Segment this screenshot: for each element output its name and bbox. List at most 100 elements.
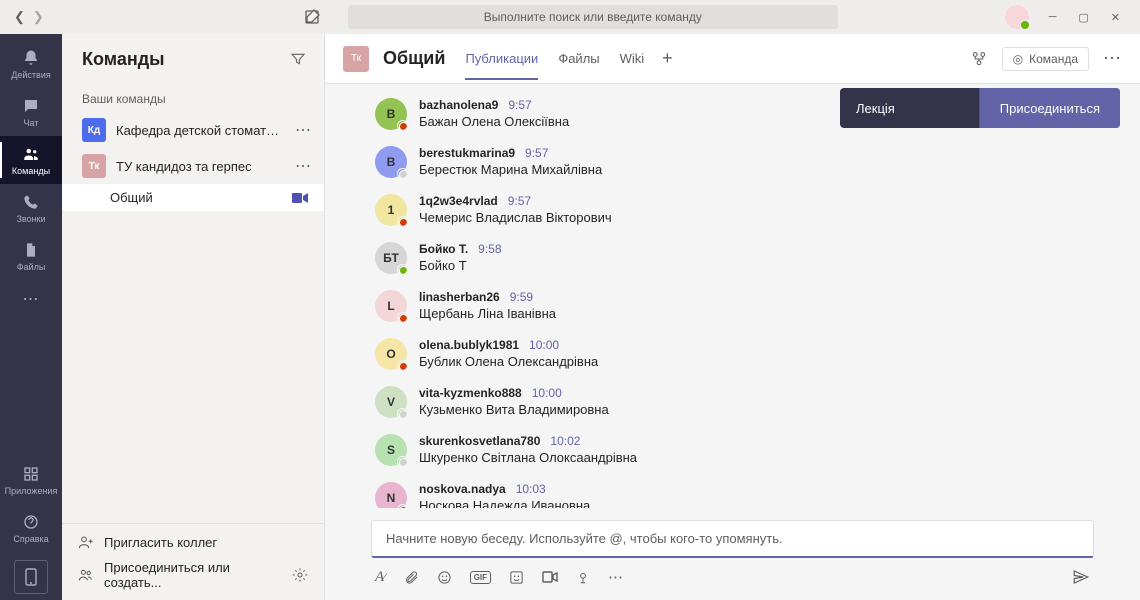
team-more-icon[interactable]: ⋯ xyxy=(295,156,312,176)
emoji-icon[interactable] xyxy=(437,570,452,585)
team-item[interactable]: Тк ТУ кандидоз та герпес ⋯ xyxy=(62,148,324,184)
chat-icon xyxy=(21,96,41,116)
message-time: 10:00 xyxy=(532,386,562,400)
close-icon[interactable]: ✕ xyxy=(1111,11,1120,24)
message-avatar: 1 xyxy=(375,194,407,226)
invite-colleagues[interactable]: Пригласить коллег xyxy=(78,534,308,550)
message-username: 1q2w3e4rvlad xyxy=(419,194,498,208)
rail-help[interactable]: Справка xyxy=(0,504,62,552)
message-time: 10:02 xyxy=(550,434,580,448)
new-message-icon[interactable] xyxy=(298,3,326,31)
rail-activity[interactable]: Действия xyxy=(0,40,62,88)
team-button-label: Команда xyxy=(1029,52,1078,66)
nav-forward-icon[interactable]: ❯ xyxy=(33,9,44,25)
attach-icon[interactable] xyxy=(404,570,419,585)
message-text: Бублик Олена Олександрівна xyxy=(419,354,1110,369)
rail-label: Чат xyxy=(24,118,39,128)
message-username: skurenkosvetlana780 xyxy=(419,434,540,448)
message-text: Шкуренко Світлана Олоксаандрівна xyxy=(419,450,1110,465)
message-item[interactable]: Bberestukmarina99:57Берестюк Марина Миха… xyxy=(375,142,1110,190)
team-name: Кафедра детской стоматологии xyxy=(116,123,285,138)
tab-posts[interactable]: Публикации xyxy=(465,37,538,80)
message-item[interactable]: БТБойко Т.9:58Бойко Т xyxy=(375,238,1110,286)
channel-item[interactable]: Общий xyxy=(62,184,324,211)
message-avatar: L xyxy=(375,290,407,322)
message-avatar: S xyxy=(375,434,407,466)
search-input[interactable]: Выполните поиск или введите команду xyxy=(348,5,838,29)
minimize-icon[interactable]: ─ xyxy=(1049,11,1057,24)
channel-header: Тк Общий Публикации Файлы Wiki + ◎ Коман… xyxy=(325,34,1140,84)
add-tab-icon[interactable]: + xyxy=(662,48,673,69)
message-text: Берестюк Марина Михайлівна xyxy=(419,162,1110,177)
rail-files[interactable]: Файлы xyxy=(0,232,62,280)
files-icon xyxy=(21,240,41,260)
channel-more-icon[interactable]: ⋯ xyxy=(1103,48,1122,69)
meeting-join-button[interactable]: Присоединиться xyxy=(979,88,1120,128)
app-rail: Действия Чат Команды Звонки Файлы ⋯ Прил… xyxy=(0,34,62,600)
message-item[interactable]: Sskurenkosvetlana780 10:02 Шкуренко Світла… xyxy=(375,430,1110,478)
rail-label: Звонки xyxy=(16,214,45,224)
rail-mobile-icon[interactable] xyxy=(14,560,48,594)
bell-icon xyxy=(21,48,41,68)
message-text: Носкова Надежда Ивановна xyxy=(419,498,1110,508)
rail-chat[interactable]: Чат xyxy=(0,88,62,136)
message-username: olena.bublyk1981 xyxy=(419,338,519,352)
help-icon xyxy=(21,512,41,532)
channel-name: Общий xyxy=(110,190,153,205)
maximize-icon[interactable]: ▢ xyxy=(1078,11,1088,24)
rail-calls[interactable]: Звонки xyxy=(0,184,62,232)
join-icon xyxy=(78,567,94,583)
channel-title: Общий xyxy=(383,48,445,69)
message-item[interactable]: 11q2w3e4rvlad9:57Чемерис Владислав Вікто… xyxy=(375,190,1110,238)
message-username: bazhanolena9 xyxy=(419,98,498,112)
eye-icon: ◎ xyxy=(1013,52,1023,66)
format-icon[interactable]: A⁄ xyxy=(375,569,386,586)
team-info-button[interactable]: ◎ Команда xyxy=(1002,47,1089,71)
message-time: 10:00 xyxy=(529,338,559,352)
message-avatar: БТ xyxy=(375,242,407,274)
message-item[interactable]: Vvita-kyzmenko88810:00Кузьменко Вита Вла… xyxy=(375,382,1110,430)
compose-input[interactable]: Начните новую беседу. Используйте @, что… xyxy=(371,520,1094,558)
gif-icon[interactable]: GIF xyxy=(470,571,491,584)
user-avatar[interactable] xyxy=(1005,5,1029,29)
org-icon[interactable] xyxy=(970,50,988,68)
rail-more-icon[interactable]: ⋯ xyxy=(23,284,40,314)
stream-icon[interactable] xyxy=(576,570,590,585)
rail-label: Справка xyxy=(13,534,48,544)
meet-now-icon[interactable] xyxy=(292,192,308,204)
team-name: ТУ кандидоз та герпес xyxy=(116,159,285,174)
rail-label: Действия xyxy=(11,70,50,80)
message-username: noskova.nadya xyxy=(419,482,506,496)
filter-icon[interactable] xyxy=(290,51,306,67)
tab-wiki[interactable]: Wiki xyxy=(620,37,645,80)
message-item[interactable]: Nnoskova.nadya10:03Носкова Надежда Ивано… xyxy=(375,478,1110,508)
rail-teams[interactable]: Команды xyxy=(0,136,62,184)
message-text: Щербань Ліна Іванівна xyxy=(419,306,1110,321)
message-item[interactable]: Oolena.bublyk198110:00Бублик Олена Олекс… xyxy=(375,334,1110,382)
channel-avatar: Тк xyxy=(343,46,369,72)
teams-sidebar: Команды Ваши команды Кд Кафедра детской … xyxy=(62,34,325,600)
phone-icon xyxy=(21,192,41,212)
nav-back-icon[interactable]: ❮ xyxy=(14,9,25,25)
sticker-icon[interactable] xyxy=(509,570,524,585)
join-create-team[interactable]: Присоединиться или создать... xyxy=(78,560,308,590)
message-username: vita-kyzmenko888 xyxy=(419,386,522,400)
send-icon[interactable] xyxy=(1072,568,1090,586)
team-more-icon[interactable]: ⋯ xyxy=(295,120,312,140)
message-username: linasherban26 xyxy=(419,290,500,304)
settings-icon[interactable] xyxy=(292,567,308,583)
team-item[interactable]: Кд Кафедра детской стоматологии ⋯ xyxy=(62,112,324,148)
join-label: Присоединиться или создать... xyxy=(104,560,282,590)
message-item[interactable]: Llinasherban269:59Щербань Ліна Іванівна xyxy=(375,286,1110,334)
compose-more-icon[interactable]: ⋯ xyxy=(608,568,623,586)
message-time: 9:57 xyxy=(508,98,531,112)
meet-icon[interactable] xyxy=(542,571,558,583)
team-avatar: Тк xyxy=(82,154,106,178)
meeting-title: Лекція xyxy=(840,101,979,116)
rail-apps[interactable]: Приложения xyxy=(0,456,62,504)
message-time: 9:57 xyxy=(525,146,548,160)
sidebar-title: Команды xyxy=(82,49,165,70)
message-avatar: B xyxy=(375,146,407,178)
message-username: Бойко Т. xyxy=(419,242,468,256)
tab-files[interactable]: Файлы xyxy=(558,37,599,80)
